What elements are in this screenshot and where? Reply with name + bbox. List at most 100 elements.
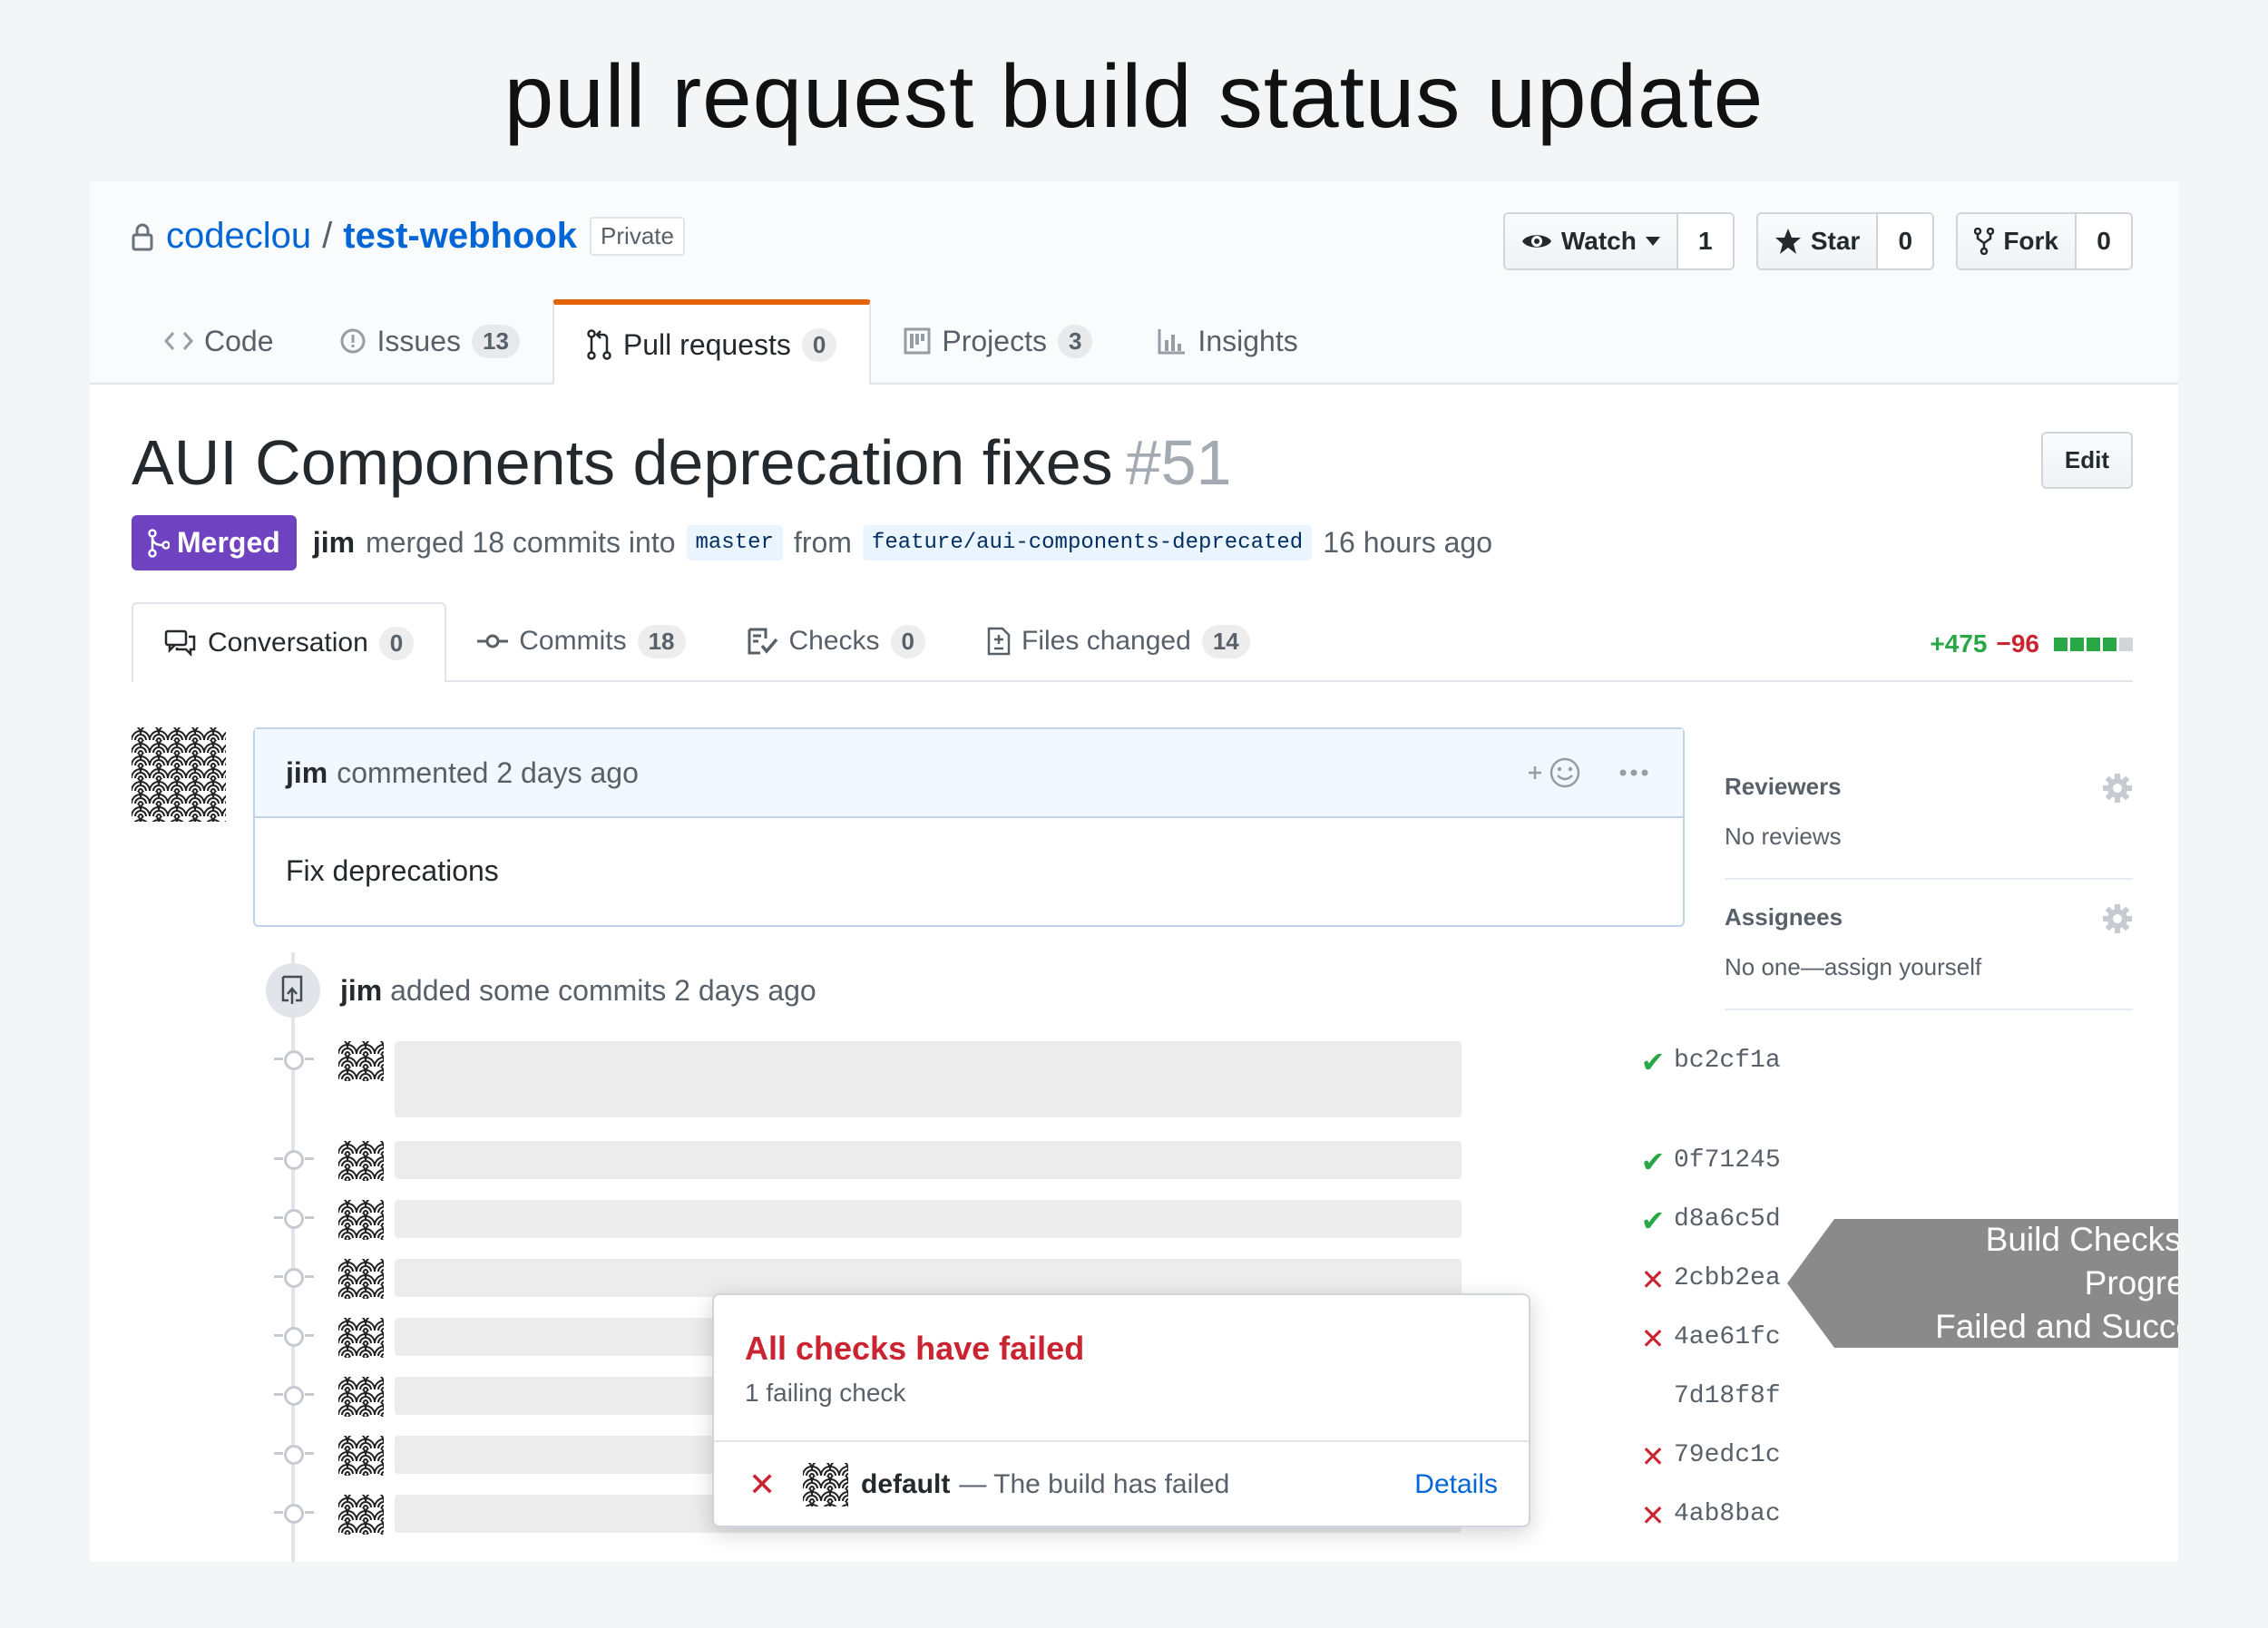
commit-sha[interactable]: bc2cf1a	[1674, 1047, 1781, 1075]
from-text: from	[793, 526, 852, 559]
pull-requests-counter: 0	[801, 327, 837, 362]
head-branch[interactable]: feature/aui-components-deprecated	[862, 525, 1313, 561]
code-icon	[164, 331, 193, 351]
pr-title-text: AUI Components deprecation fixes	[132, 427, 1113, 498]
tab-insights-label: Insights	[1198, 324, 1298, 357]
commit-node-icon	[274, 1050, 314, 1070]
eye-icon	[1521, 230, 1552, 252]
star-count[interactable]: 0	[1878, 214, 1933, 268]
repo-forked-icon	[1974, 228, 1995, 255]
file-diff-icon	[987, 627, 1011, 656]
details-link[interactable]: Details	[1414, 1469, 1498, 1500]
commit-message-placeholder[interactable]	[395, 1141, 1461, 1179]
tab-insights[interactable]: Insights	[1125, 299, 1330, 383]
commit-node-icon	[274, 1268, 314, 1288]
tab-checks[interactable]: Checks 0	[717, 602, 957, 680]
comment-author-link[interactable]: jim	[286, 756, 327, 790]
avatar[interactable]	[132, 727, 226, 822]
caret-down-icon	[1645, 237, 1660, 246]
commit-sha[interactable]: 0f71245	[1674, 1146, 1781, 1175]
event-text: added some commits 2 days ago	[390, 973, 816, 1007]
commit-avatar[interactable]	[338, 1041, 384, 1081]
tab-code-label: Code	[204, 324, 274, 357]
commit-avatar[interactable]	[338, 1259, 384, 1299]
watch-button[interactable]: Watch	[1504, 214, 1678, 268]
comment-box: jim commented 2 days ago Fix deprecation…	[253, 727, 1685, 927]
fork-label: Fork	[2003, 227, 2058, 255]
commit-message-placeholder[interactable]	[395, 1200, 1461, 1238]
tab-pull-requests-label: Pull requests	[622, 327, 791, 361]
reviewers-value: No reviews	[1725, 823, 1842, 850]
commit-row: ✔ bc2cf1a	[274, 1041, 1781, 1117]
tab-code[interactable]: Code	[132, 299, 307, 383]
github-pr-page: codeclou / test-webhook Private Watch 1 …	[90, 181, 2178, 1562]
reviewers-section: Reviewers No reviews	[1725, 749, 2133, 880]
repo-header: codeclou / test-webhook Private Watch 1 …	[90, 181, 2178, 385]
fork-button[interactable]: Fork	[1958, 214, 2077, 268]
x-icon[interactable]: ✕	[1639, 1262, 1667, 1297]
tab-checks-label: Checks	[788, 626, 880, 656]
commit-node-icon	[274, 1386, 314, 1406]
star-group: Star 0	[1755, 212, 1935, 270]
commit-node-icon	[274, 1327, 314, 1347]
check-icon[interactable]: ✔	[1639, 1204, 1667, 1238]
tab-commits[interactable]: Commits 18	[446, 602, 716, 680]
watch-group: Watch 1	[1502, 212, 1735, 270]
watch-label: Watch	[1560, 227, 1637, 255]
commit-message-placeholder[interactable]	[395, 1259, 1461, 1297]
gear-icon[interactable]	[2102, 773, 2133, 804]
pr-author-link[interactable]: jim	[313, 526, 355, 560]
x-icon[interactable]: ✕	[1639, 1321, 1667, 1356]
x-icon[interactable]: ✕	[1639, 1498, 1667, 1533]
x-icon[interactable]: ✕	[1639, 1439, 1667, 1474]
commit-avatar[interactable]	[338, 1141, 384, 1181]
event-author-link[interactable]: jim	[340, 974, 382, 1007]
commits-event: jim added some commits 2 days ago	[266, 963, 816, 1018]
comment-timestamp: commented 2 days ago	[337, 756, 639, 789]
private-label: Private	[590, 217, 685, 256]
commit-sha[interactable]: 2cbb2ea	[1674, 1264, 1781, 1292]
pagehead-actions: Watch 1 Star 0 Fork 0	[1502, 212, 2133, 270]
commit-row: ✕ 2cbb2ea	[274, 1259, 1781, 1299]
comment-discussion-icon	[164, 629, 197, 657]
commit-avatar[interactable]	[338, 1495, 384, 1535]
edit-button[interactable]: Edit	[2040, 432, 2133, 489]
checklist-icon	[748, 628, 778, 655]
star-button[interactable]: Star	[1757, 214, 1879, 268]
kebab-horizontal-icon[interactable]	[1619, 768, 1648, 777]
add-reaction-icon[interactable]	[1527, 756, 1583, 789]
commits-counter: 18	[637, 624, 686, 658]
commit-sha[interactable]: 79edc1c	[1674, 1441, 1781, 1469]
page-title: pull request build status update	[503, 46, 1765, 146]
commit-sha[interactable]: 4ae61fc	[1674, 1323, 1781, 1351]
commit-sha[interactable]: 4ab8bac	[1674, 1500, 1781, 1528]
commit-avatar[interactable]	[338, 1436, 384, 1476]
callout-line-2: Failed and Success	[1935, 1308, 2178, 1345]
watch-count[interactable]: 1	[1677, 214, 1733, 268]
commit-node-icon	[274, 1150, 314, 1170]
commit-avatar[interactable]	[338, 1318, 384, 1358]
tab-projects[interactable]: Projects 3	[871, 299, 1125, 383]
base-branch[interactable]: master	[686, 525, 783, 561]
tab-files-changed[interactable]: Files changed 14	[956, 602, 1281, 680]
tab-pull-requests[interactable]: Pull requests 0	[552, 299, 872, 385]
assignees-value[interactable]: No one—assign yourself	[1725, 953, 2133, 981]
repo-name-link[interactable]: test-webhook	[343, 216, 577, 257]
check-icon[interactable]: ✔	[1639, 1145, 1667, 1179]
tab-conversation[interactable]: Conversation 0	[132, 602, 447, 682]
commit-sha[interactable]: 7d18f8f	[1674, 1382, 1781, 1410]
star-label: Star	[1810, 227, 1861, 255]
commit-sha[interactable]: d8a6c5d	[1674, 1205, 1781, 1233]
gear-icon[interactable]	[2102, 903, 2133, 934]
commit-avatar[interactable]	[338, 1377, 384, 1417]
sidebar: Reviewers No reviews Assignees No one—as…	[1725, 749, 2133, 1010]
check-name: default	[861, 1469, 951, 1499]
repo-separator: /	[322, 216, 333, 256]
repo-owner-link[interactable]: codeclou	[166, 216, 311, 257]
commit-message-placeholder[interactable]	[395, 1041, 1461, 1117]
tab-issues[interactable]: Issues 13	[307, 299, 552, 383]
fork-count[interactable]: 0	[2077, 214, 2131, 268]
fork-group: Fork 0	[1956, 212, 2133, 270]
commit-avatar[interactable]	[338, 1200, 384, 1240]
check-icon[interactable]: ✔	[1639, 1045, 1667, 1079]
